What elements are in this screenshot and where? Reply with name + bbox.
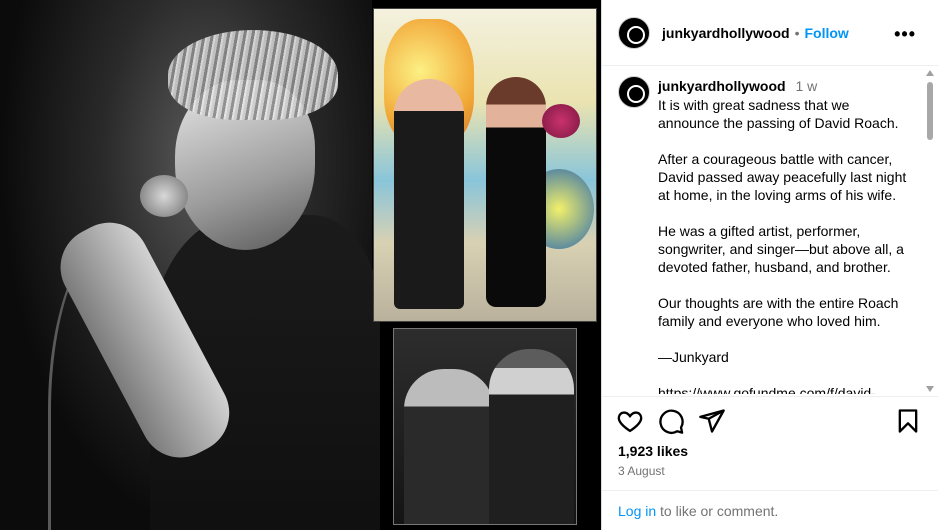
post-date[interactable]: 3 August xyxy=(618,464,665,478)
caption-header: junkyardhollywood 1 w xyxy=(658,78,817,94)
avatar[interactable] xyxy=(618,16,650,49)
caption-paragraph: After a courageous battle with cancer, D… xyxy=(658,151,907,203)
caption-scrollbar[interactable] xyxy=(924,68,936,394)
login-link[interactable]: Log in xyxy=(618,503,656,519)
caption-text: It is with great sadness that we announc… xyxy=(658,96,910,394)
caption-timestamp[interactable]: 1 w xyxy=(795,78,817,94)
username-link[interactable]: junkyardhollywood xyxy=(662,25,790,41)
post-sidebar: junkyardhollywood • Follow ••• junkyardh… xyxy=(601,0,938,530)
share-icon[interactable] xyxy=(698,407,726,435)
caption-paragraph: —Junkyard xyxy=(658,349,729,365)
like-count[interactable]: 1,923 likes xyxy=(618,443,688,459)
caption-paragraph: He was a gifted artist, performer, songw… xyxy=(658,223,904,275)
caption-area[interactable]: junkyardhollywood 1 w It is with great s… xyxy=(602,66,922,394)
scroll-up-arrow-icon[interactable] xyxy=(926,70,934,76)
comment-icon[interactable] xyxy=(657,407,685,435)
scroll-down-arrow-icon[interactable] xyxy=(926,386,934,392)
action-bar xyxy=(602,396,938,446)
caption-username[interactable]: junkyardhollywood xyxy=(658,78,786,94)
caption-link[interactable]: https://www.gofundme.com/f/david- xyxy=(658,384,910,394)
scroll-thumb[interactable] xyxy=(927,82,933,140)
post-media[interactable] xyxy=(0,0,601,530)
caption-paragraph: It is with great sadness that we announc… xyxy=(658,97,899,131)
photo-singer-bw xyxy=(0,0,380,530)
login-prompt: Log in to like or comment. xyxy=(602,490,938,530)
photo-couple-color xyxy=(373,8,597,322)
separator-dot: • xyxy=(794,24,800,41)
caption-paragraph: Our thoughts are with the entire Roach f… xyxy=(658,295,899,329)
avatar[interactable] xyxy=(618,76,650,108)
follow-button[interactable]: Follow xyxy=(804,25,848,41)
post-header: junkyardhollywood • Follow ••• xyxy=(602,0,938,66)
photo-father-son-bw xyxy=(393,328,577,525)
more-options-icon[interactable]: ••• xyxy=(894,24,916,45)
heart-icon[interactable] xyxy=(616,407,644,435)
login-prompt-text: to like or comment. xyxy=(656,503,779,519)
bookmark-icon[interactable] xyxy=(894,407,922,435)
